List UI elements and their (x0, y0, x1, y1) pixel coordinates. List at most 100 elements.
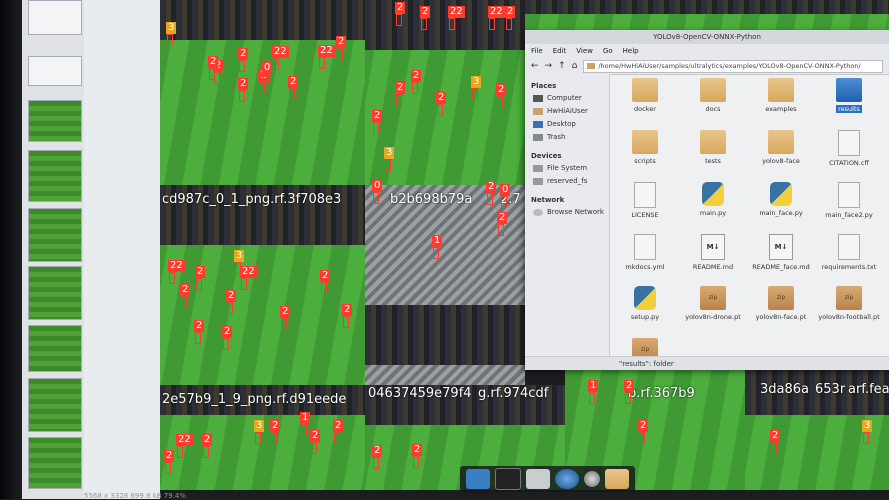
file-item[interactable]: results (817, 78, 881, 113)
menu-help[interactable]: Help (623, 47, 639, 55)
detection-box (771, 442, 777, 454)
detection-box (203, 446, 209, 458)
back-icon[interactable]: ← (531, 61, 539, 71)
detection-label: 2 (395, 82, 406, 94)
folder-icon[interactable] (605, 469, 629, 489)
thumbnail[interactable] (28, 208, 82, 262)
thumbnail[interactable] (28, 378, 82, 432)
location-path: /home/HwHiAiUser/samples/ultralytics/exa… (598, 61, 861, 70)
sidebar: Places Computer HwHiAiUser Desktop Trash… (525, 74, 610, 356)
detection-box (289, 88, 295, 100)
thumbnail[interactable] (28, 437, 82, 489)
file-manager-window[interactable]: YOLOv8-OpenCV-ONNX-Python File Edit View… (525, 30, 889, 370)
menu-edit[interactable]: Edit (553, 47, 567, 55)
detection-label: 0 (372, 180, 383, 192)
detection-box (343, 316, 349, 328)
file-name: yolov8n-football.pt (818, 313, 880, 321)
file-item[interactable]: mkdocs.yml (613, 234, 677, 271)
detection-box (396, 14, 402, 26)
viewer-background (84, 0, 160, 499)
forward-icon[interactable]: → (545, 61, 553, 71)
detection-label: 2 (372, 445, 383, 457)
detection-label: 2 (320, 270, 331, 282)
thumbnail[interactable] (28, 266, 82, 320)
up-icon[interactable]: ↑ (558, 61, 566, 71)
detection-label: 3 (862, 420, 873, 432)
doc-file-icon (634, 234, 656, 260)
sidebar-item-desktop[interactable]: Desktop (525, 118, 609, 131)
terminal-icon[interactable] (466, 469, 490, 489)
file-item[interactable]: tests (681, 130, 745, 165)
file-item[interactable]: zip yolov8n-football.pt (817, 286, 881, 321)
detection-label: 2 (486, 181, 497, 193)
sidebar-item-label: HwHiAiUser (547, 107, 588, 115)
sidebar-item-home[interactable]: HwHiAiUser (525, 105, 609, 118)
places-header: Places (531, 82, 557, 90)
file-item[interactable]: zip yolov8n-face.pt (749, 286, 813, 321)
detection-label: 22 (318, 45, 335, 57)
desktop-icon (533, 121, 543, 128)
thumbnail[interactable] (28, 0, 82, 35)
menu-file[interactable]: File (531, 47, 543, 55)
menu-go[interactable]: Go (603, 47, 613, 55)
file-name: docs (705, 105, 721, 113)
file-item[interactable]: examples (749, 78, 813, 113)
file-item[interactable]: yolov8-face (749, 130, 813, 165)
detection-label: 2 (238, 78, 249, 90)
thumbnail[interactable] (28, 325, 82, 372)
file-item[interactable]: M↓ README.md (681, 234, 745, 271)
sidebar-item-trash[interactable]: Trash (525, 131, 609, 144)
file-item[interactable]: main_face2.py (817, 182, 881, 219)
sidebar-item-label: Trash (547, 133, 566, 141)
file-item[interactable]: docker (613, 78, 677, 113)
detection-label: 2 (624, 380, 635, 392)
search-icon[interactable] (584, 471, 600, 487)
image-filename: 04637459e79f4 (368, 386, 472, 401)
file-item[interactable]: requirements.txt (817, 234, 881, 271)
detection-box (181, 296, 187, 308)
detection-label: 2 (202, 434, 213, 446)
browser-icon[interactable] (555, 469, 579, 489)
file-item[interactable]: zip yolov8n-drone.pt (681, 286, 745, 321)
file-name: tests (705, 157, 721, 165)
detection-label: 2 (395, 2, 406, 14)
network-icon (533, 209, 543, 216)
file-item[interactable]: main_face.py (749, 182, 813, 217)
sidebar-item-label: Computer (547, 94, 582, 102)
file-name: main_face2.py (825, 211, 873, 219)
detection-label: 22 (272, 46, 289, 58)
file-item[interactable]: M↓ README_face.md (749, 234, 813, 271)
detection-label: 2 (270, 420, 281, 432)
image-tile[interactable] (160, 185, 365, 385)
image-filename: b2b698b79a (390, 192, 473, 207)
file-item[interactable]: main.py (681, 182, 745, 217)
detection-label: 22 (240, 266, 257, 278)
doc-file-icon (634, 182, 656, 208)
thumbnail[interactable] (28, 100, 82, 142)
location-bar[interactable]: /home/HwHiAiUser/samples/ultralytics/exa… (583, 59, 883, 73)
sidebar-item-browse-network[interactable]: Browse Network (525, 206, 609, 219)
detection-box (196, 278, 202, 290)
menu-view[interactable]: View (576, 47, 593, 55)
thumbnail[interactable] (28, 56, 82, 86)
file-item[interactable]: docs (681, 78, 745, 113)
network-header: Network (531, 196, 565, 204)
file-item[interactable]: scripts (613, 130, 677, 165)
sidebar-item-reserved[interactable]: reserved_fs (525, 175, 609, 188)
file-name: README_face.md (752, 263, 810, 271)
home-icon[interactable]: ⌂ (572, 61, 578, 71)
sidebar-item-computer[interactable]: Computer (525, 92, 609, 105)
detection-label: 0 (500, 184, 511, 196)
image-filename: cd987c_0_1_png.rf.3f708e3 (162, 192, 342, 207)
file-item[interactable]: LICENSE (613, 182, 677, 219)
files-icon[interactable] (526, 469, 550, 489)
file-item[interactable]: setup.py (613, 286, 677, 321)
detection-label: 1 (588, 380, 599, 392)
file-item[interactable]: CITATION.cff (817, 130, 881, 167)
thumbnail[interactable] (28, 150, 82, 202)
shell-icon[interactable] (495, 468, 521, 490)
folder-icon (768, 130, 794, 154)
status-bar: "results": folder (525, 356, 889, 370)
file-name: main.py (699, 209, 727, 217)
sidebar-item-filesystem[interactable]: File System (525, 162, 609, 175)
